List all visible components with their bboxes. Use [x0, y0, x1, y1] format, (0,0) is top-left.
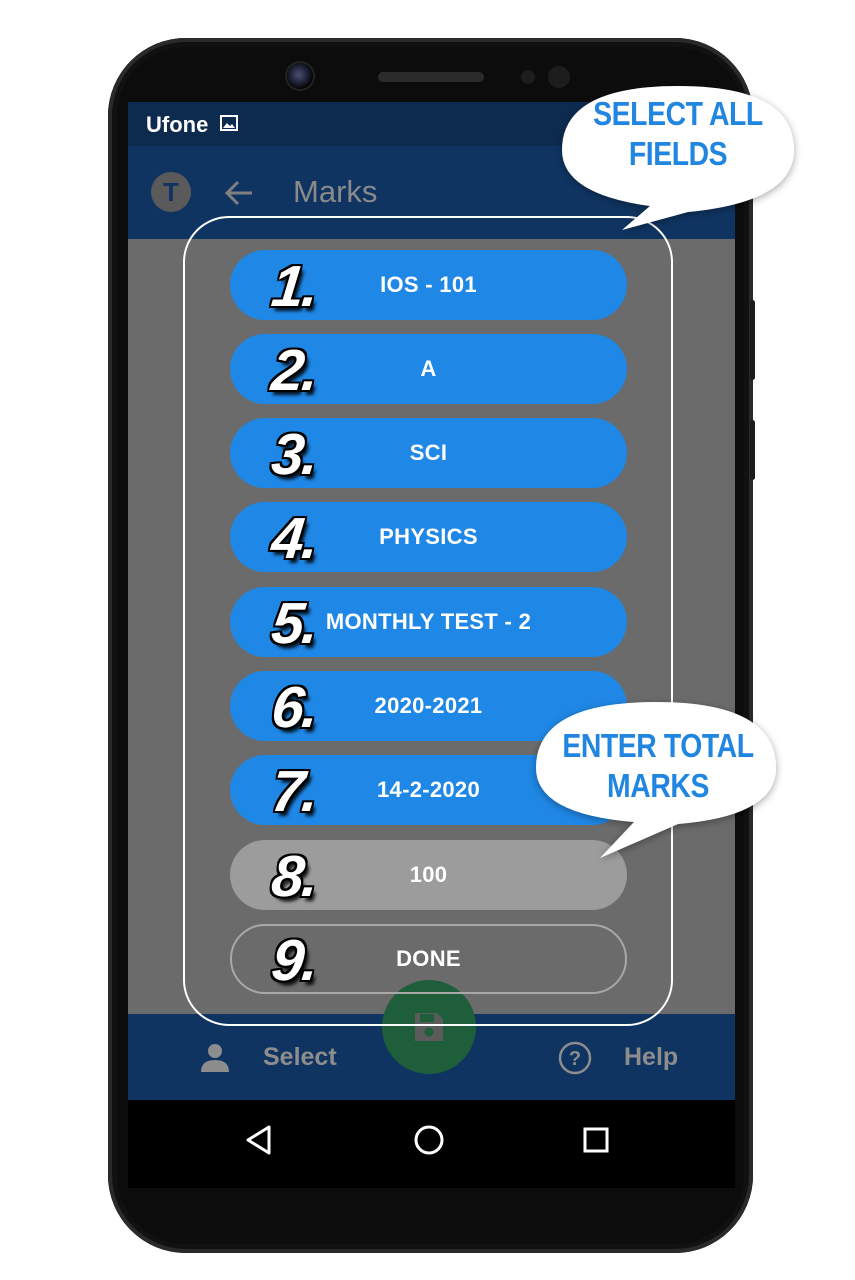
help-nav-label[interactable]: Help — [624, 1043, 678, 1072]
enter-total-line1: ENTER TOTAL — [562, 727, 754, 764]
image-icon — [220, 115, 238, 131]
power-button — [750, 420, 755, 480]
step-number-3: 3. — [268, 422, 320, 487]
select-all-line1: SELECT ALL — [593, 95, 763, 132]
enter-total-callout: ENTER TOTAL MARKS — [528, 690, 788, 864]
step-number-9: 9. — [268, 928, 320, 993]
select-all-callout: SELECT ALL FIELDS — [548, 72, 808, 240]
step-number-1: 1. — [268, 254, 320, 319]
page-title: Marks — [293, 174, 378, 209]
nav-home-icon[interactable] — [413, 1124, 445, 1156]
help-icon[interactable]: ? — [558, 1041, 592, 1075]
system-navigation-bar — [128, 1100, 735, 1188]
step-number-7: 7. — [268, 759, 320, 824]
select-nav-label[interactable]: Select — [263, 1043, 337, 1072]
nav-recent-apps-icon[interactable] — [582, 1126, 610, 1154]
step-number-2: 2. — [268, 338, 320, 403]
step-number-6: 6. — [268, 675, 320, 740]
proximity-sensor — [521, 70, 535, 84]
volume-button — [750, 300, 755, 380]
front-camera — [287, 63, 313, 89]
carrier-label: Ufone — [146, 112, 209, 137]
earpiece-speaker — [378, 72, 484, 82]
enter-total-line2: MARKS — [607, 767, 709, 804]
step-number-4: 4. — [268, 506, 320, 571]
step-number-5: 5. — [268, 591, 320, 656]
person-icon[interactable] — [200, 1042, 230, 1072]
step-number-8: 8. — [268, 844, 320, 909]
select-all-line2: FIELDS — [628, 135, 728, 172]
nav-back-icon[interactable] — [244, 1124, 274, 1156]
avatar[interactable]: T — [151, 172, 191, 212]
arrow-left-icon[interactable] — [222, 176, 256, 210]
svg-text:?: ? — [569, 1048, 581, 1070]
